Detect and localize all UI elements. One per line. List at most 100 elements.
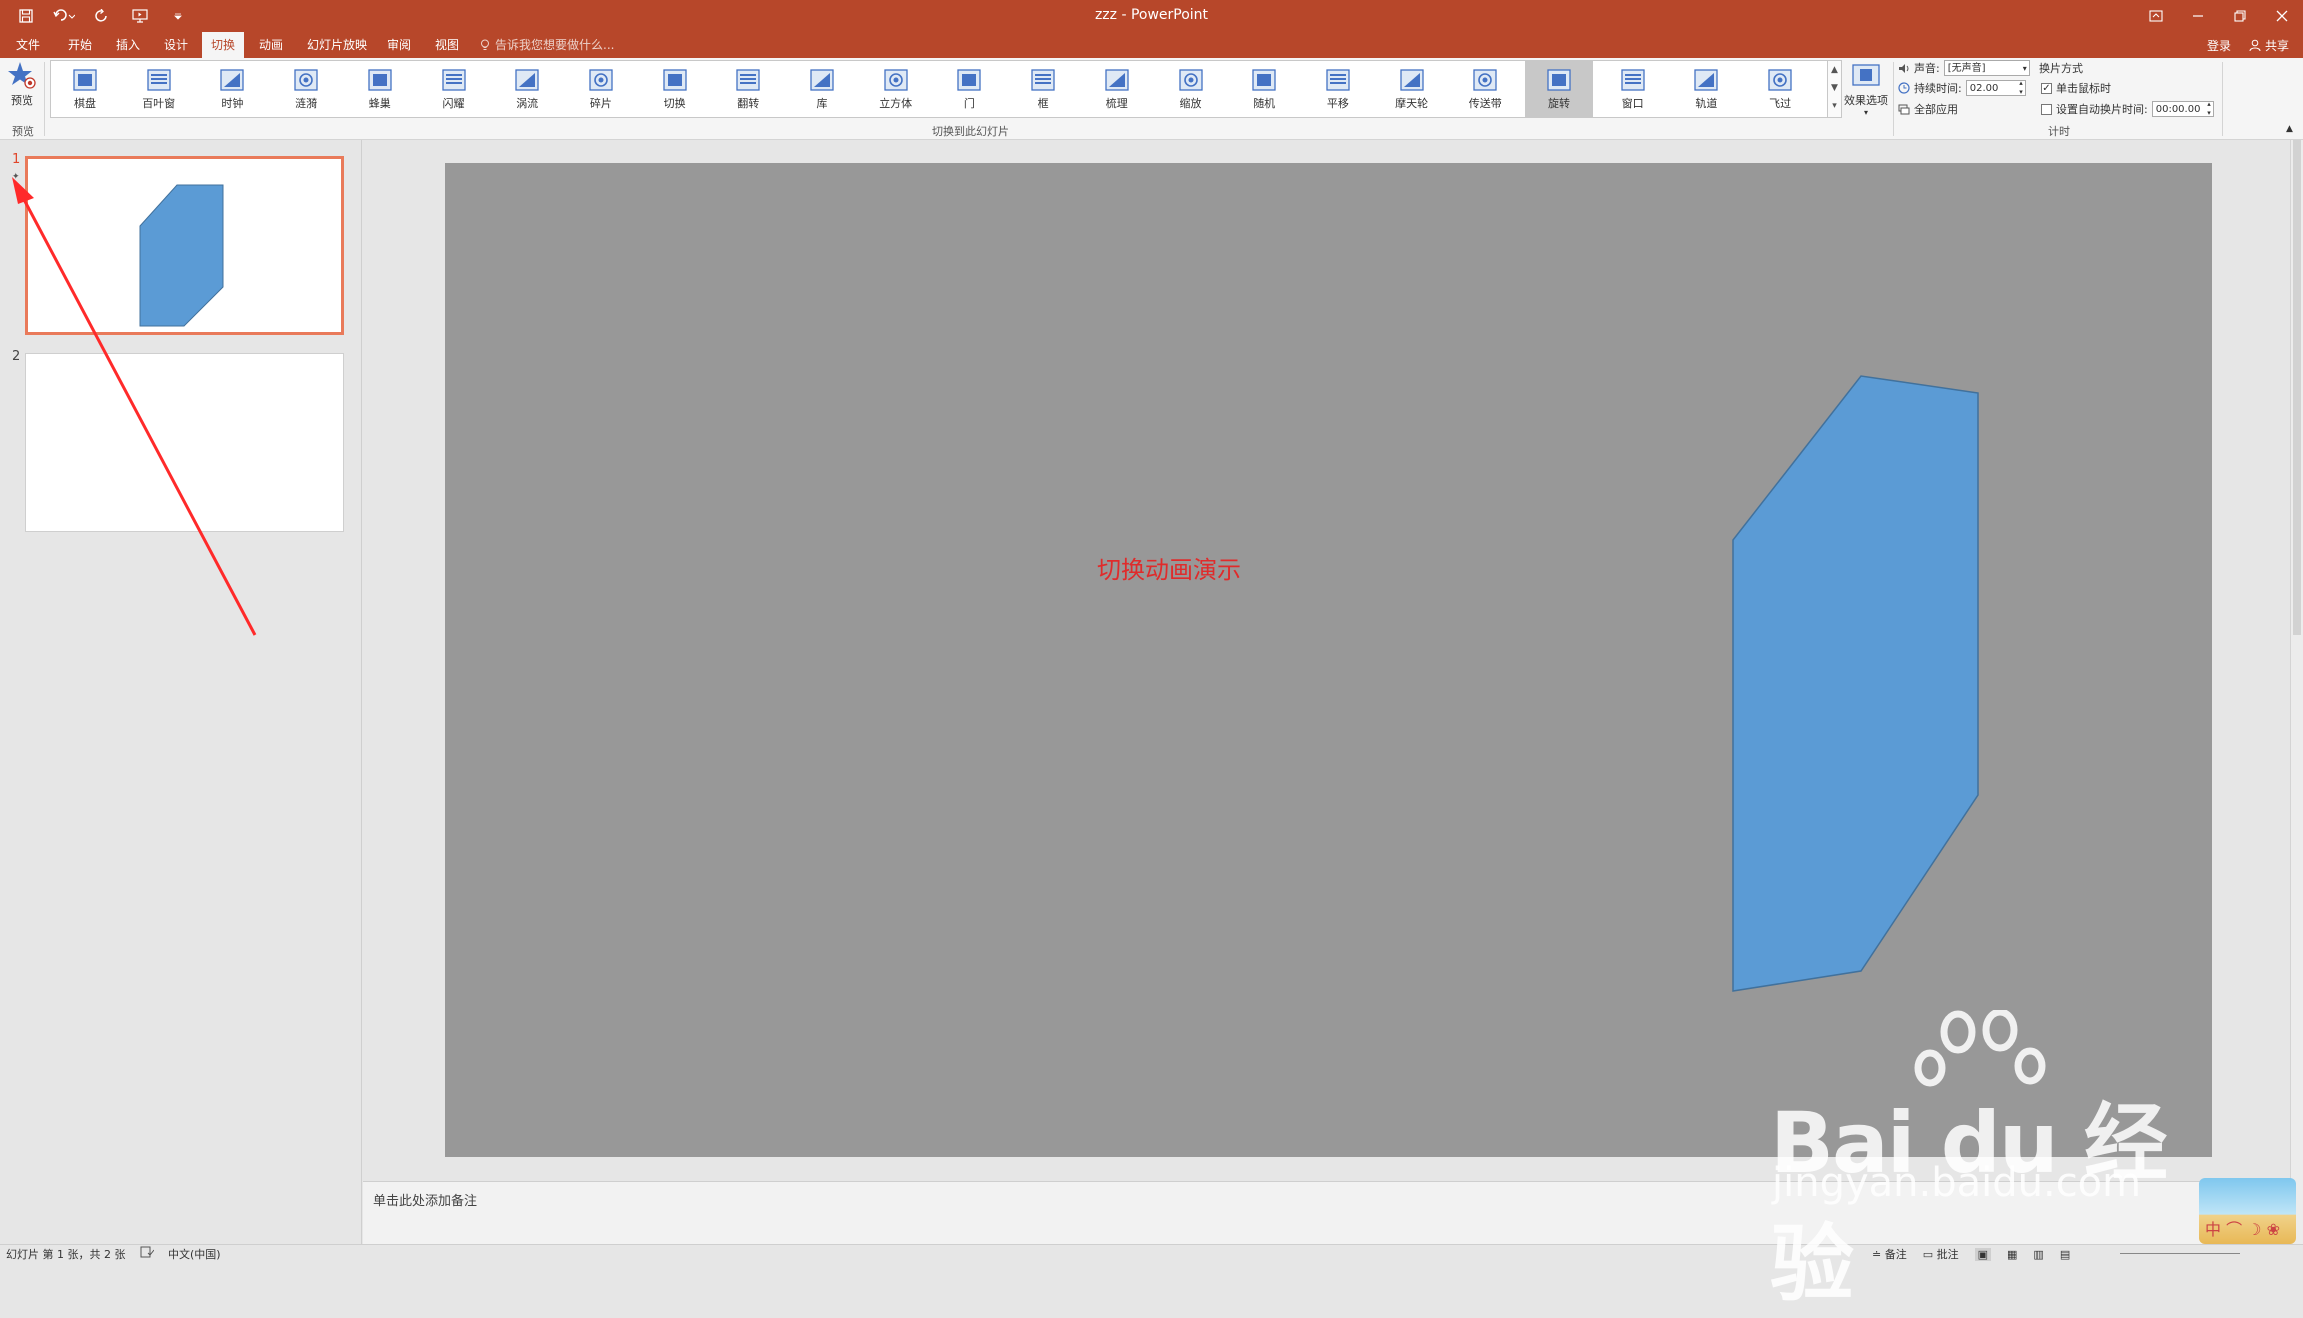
watermark-url: jingyan.baidu.com xyxy=(1772,1160,2142,1206)
duration-label: 持续时间: xyxy=(1914,82,1962,95)
transition-clock[interactable]: 时钟 xyxy=(198,61,266,117)
lightbulb-icon xyxy=(481,39,489,50)
tab-home[interactable]: 开始 xyxy=(59,32,101,58)
apply-all-icon xyxy=(1898,104,1910,114)
tab-view[interactable]: 视图 xyxy=(426,32,468,58)
gallery-down-icon[interactable]: ▼ xyxy=(1828,79,1841,97)
transition-ripple[interactable]: 涟漪 xyxy=(272,61,340,117)
gallery-icon xyxy=(808,67,836,93)
gallery-more-icon[interactable]: ▾ xyxy=(1828,97,1841,115)
slide-thumbnail-2[interactable] xyxy=(25,353,344,532)
language-status[interactable]: 中文(中国) xyxy=(168,1246,221,1262)
share-button[interactable]: 共享 xyxy=(2249,37,2289,54)
transition-shred[interactable]: 碎片 xyxy=(567,61,635,117)
close-icon[interactable] xyxy=(2261,0,2303,32)
slide-title-text[interactable]: 切换动画演示 xyxy=(1097,550,1241,585)
on-click-checkbox[interactable]: ✓ xyxy=(2041,82,2052,94)
minimize-icon[interactable] xyxy=(2177,0,2219,32)
transition-doors[interactable]: 门 xyxy=(935,61,1003,117)
transition-orbit[interactable]: 轨道 xyxy=(1672,61,1740,117)
gallery-up-icon[interactable]: ▲ xyxy=(1828,61,1841,79)
transition-pan[interactable]: 平移 xyxy=(1304,61,1372,117)
transition-random[interactable]: 随机 xyxy=(1230,61,1298,117)
tell-me-text: 告诉我您想要做什么... xyxy=(495,38,615,52)
checkerboard-icon xyxy=(71,67,99,93)
spinner-arrows-icon[interactable]: ▴ ▾ xyxy=(2207,100,2211,118)
transition-window[interactable]: 窗口 xyxy=(1599,61,1667,117)
transition-label: 框 xyxy=(1037,97,1049,110)
ferris-wheel-icon xyxy=(1398,67,1426,93)
vertical-scrollbar[interactable] xyxy=(2290,140,2303,1244)
sign-in-link[interactable]: 登录 xyxy=(2207,37,2231,54)
tab-design[interactable]: 设计 xyxy=(155,32,197,58)
collapse-ribbon-icon[interactable]: ▲ xyxy=(2286,124,2293,134)
transition-fly-through[interactable]: 飞过 xyxy=(1746,61,1814,117)
tell-me-search[interactable]: 告诉我您想要做什么... xyxy=(480,32,614,58)
slide-count-status: 幻灯片 第 1 张，共 2 张 xyxy=(6,1248,126,1261)
fly-through-icon xyxy=(1766,67,1794,93)
transition-comb[interactable]: 梳理 xyxy=(1083,61,1151,117)
slide-canvas[interactable] xyxy=(445,163,2212,1157)
timing-group-label: 计时 xyxy=(2048,125,2070,138)
sound-value: [无声音] xyxy=(1947,63,1986,74)
corner-decorative-image: 中 ⌒ ☽ ❀ xyxy=(2199,1178,2296,1244)
scrollbar-thumb[interactable] xyxy=(2293,140,2301,635)
transition-label: 门 xyxy=(963,97,975,110)
transition-conveyor[interactable]: 传送带 xyxy=(1451,61,1519,117)
apply-all-button[interactable]: 全部应用 xyxy=(1898,101,1958,117)
tab-insert[interactable]: 插入 xyxy=(107,32,149,58)
slide-thumbnail-1[interactable] xyxy=(25,156,344,335)
after-value: 00:00.00 xyxy=(2155,104,2201,115)
after-checkbox[interactable] xyxy=(2041,103,2052,115)
tab-review[interactable]: 审阅 xyxy=(378,32,420,58)
tab-transitions[interactable]: 切换 xyxy=(202,32,245,58)
preview-group-label: 预览 xyxy=(12,125,34,138)
transition-ferris-wheel[interactable]: 摩天轮 xyxy=(1378,61,1446,117)
ribbon-transitions: 预览 预览 棋盘 百叶窗 时钟 涟漪 蜂巢 闪耀 涡流 碎片 切换 翻转 库 立方体 门 框 梳理 缩放 随机 平… xyxy=(0,58,2303,140)
tab-animations[interactable]: 动画 xyxy=(250,32,292,58)
gallery-scroll[interactable]: ▲ ▼ ▾ xyxy=(1828,60,1842,118)
transition-box[interactable]: 框 xyxy=(1009,61,1077,117)
sound-dropdown[interactable]: [无声音] ▾ xyxy=(1943,60,2030,76)
apply-all-label: 全部应用 xyxy=(1914,103,1958,116)
on-mouse-click-option[interactable]: ✓ 单击鼠标时 xyxy=(2041,80,2111,96)
doors-icon xyxy=(955,67,983,93)
transition-gallery[interactable]: 库 xyxy=(788,61,856,117)
effect-options-icon xyxy=(1852,64,1880,86)
effect-options-button[interactable]: 效果选项 ▾ xyxy=(1844,60,1888,122)
slide-thumbnails-pane: 1 ✦ 2 xyxy=(0,140,362,1244)
ribbon-display-options-icon[interactable] xyxy=(2135,0,2177,32)
transition-cube[interactable]: 立方体 xyxy=(862,61,930,117)
transitions-group-label: 切换到此幻灯片 xyxy=(932,125,1009,138)
transition-glitter[interactable]: 闪耀 xyxy=(420,61,488,117)
transition-checkerboard[interactable]: 棋盘 xyxy=(51,61,119,117)
transition-switch[interactable]: 切换 xyxy=(641,61,709,117)
advance-slide-heading: 换片方式 xyxy=(2039,60,2083,76)
rotating-blue-shape[interactable] xyxy=(445,163,2212,1157)
window-title: zzz - PowerPoint xyxy=(1094,7,1209,23)
transition-flip[interactable]: 翻转 xyxy=(714,61,782,117)
transition-label: 涟漪 xyxy=(295,97,318,110)
after-time-option[interactable]: 设置自动换片时间: 00:00.00 ▴ ▾ xyxy=(2041,100,2214,118)
restore-icon[interactable] xyxy=(2219,0,2261,32)
transition-label: 旋转 xyxy=(1548,97,1570,110)
preview-button[interactable]: 预览 xyxy=(4,60,40,122)
tab-file[interactable]: 文件 xyxy=(7,32,49,58)
clock-icon xyxy=(218,67,246,93)
duration-spinner[interactable]: 02.00 ▴ ▾ xyxy=(1965,79,2026,97)
person-icon xyxy=(2249,39,2261,51)
transition-blinds[interactable]: 百叶窗 xyxy=(125,61,193,117)
spellcheck-icon[interactable] xyxy=(140,1246,154,1258)
transition-label: 百叶窗 xyxy=(142,97,176,110)
title-bar: zzz - PowerPoint xyxy=(0,0,2303,32)
after-time-spinner[interactable]: 00:00.00 ▴ ▾ xyxy=(2151,100,2214,118)
blinds-icon xyxy=(145,67,173,93)
spinner-arrows-icon[interactable]: ▴ ▾ xyxy=(2019,79,2023,97)
transition-zoom[interactable]: 缩放 xyxy=(1157,61,1225,117)
comb-icon xyxy=(1103,67,1131,93)
vortex-icon xyxy=(513,67,541,93)
transition-honeycomb[interactable]: 蜂巢 xyxy=(346,61,414,117)
transition-rotate[interactable]: 旋转 xyxy=(1525,61,1593,117)
tab-slide-show[interactable]: 幻灯片放映 xyxy=(298,32,376,58)
transition-vortex[interactable]: 涡流 xyxy=(493,61,561,117)
